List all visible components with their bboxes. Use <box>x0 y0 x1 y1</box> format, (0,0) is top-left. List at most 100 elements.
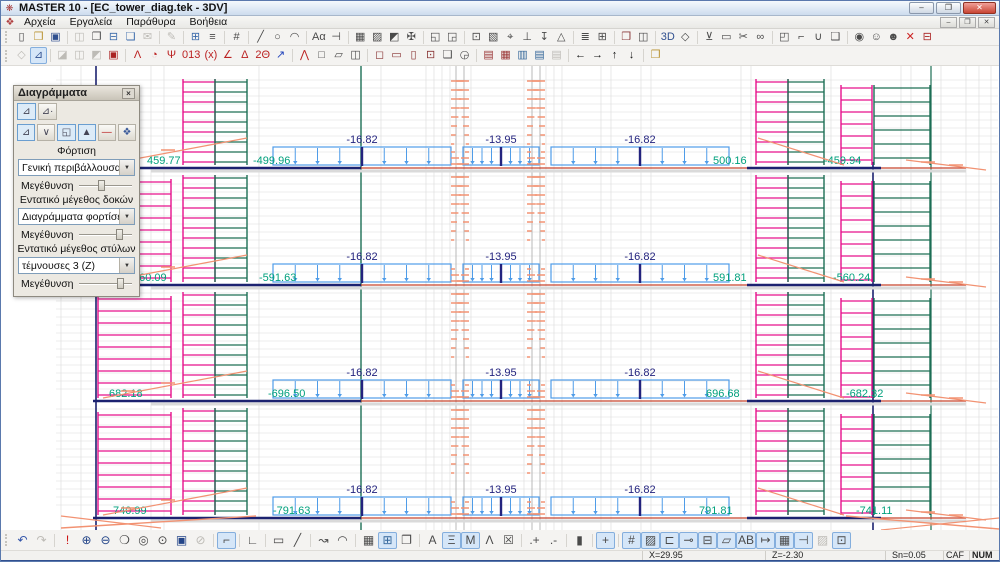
graph-a-icon[interactable]: ◪ <box>54 47 71 64</box>
stress-delta-icon[interactable]: Δ <box>236 47 253 64</box>
toolbar-grip[interactable] <box>5 31 9 43</box>
section-2-icon[interactable]: ▭ <box>388 47 405 64</box>
monitor-icon[interactable]: ⊡ <box>422 47 439 64</box>
list-icon[interactable]: ≡ <box>204 30 221 45</box>
menu-item-0[interactable]: Αρχεία <box>17 16 63 28</box>
view-note-icon[interactable]: ❑ <box>827 30 844 45</box>
envelope-zoom-slider[interactable] <box>79 179 132 192</box>
slider-thumb[interactable] <box>98 180 105 191</box>
view-u-icon[interactable]: ∪ <box>810 30 827 45</box>
snap-raster-icon[interactable]: ▨ <box>641 532 660 549</box>
redo-icon[interactable]: ↷ <box>32 532 51 549</box>
sphere-icon[interactable]: ◶ <box>456 47 473 64</box>
mdi-minimize-button[interactable]: – <box>940 17 957 28</box>
angle-icon[interactable]: ◠ <box>333 532 352 549</box>
view-plan-icon[interactable]: ◰ <box>776 30 793 45</box>
diagram-mode-icon[interactable]: ⊿ <box>30 47 47 64</box>
table-5-icon[interactable]: ▤ <box>548 47 565 64</box>
arrow-left-icon[interactable]: ← <box>572 47 589 64</box>
threed-view-icon[interactable]: 3D <box>659 30 677 45</box>
box-icon[interactable]: ◫ <box>347 47 364 64</box>
zoom-out-icon[interactable]: ⊖ <box>96 532 115 549</box>
snap-frame-icon[interactable]: ⊡ <box>832 532 851 549</box>
measure-icon[interactable]: ↝ <box>314 532 333 549</box>
spreadsheet-icon[interactable]: ⊞ <box>594 30 611 45</box>
hatch-icon[interactable]: ▨ <box>369 30 386 45</box>
slider-thumb[interactable] <box>116 229 123 240</box>
binoculars-icon[interactable]: ∞ <box>752 30 769 45</box>
refresh-diagrams-btn[interactable]: ❖ <box>118 124 136 141</box>
beam-force-select[interactable]: Διαγράμματα φορτίσεων ▼ <box>18 208 135 225</box>
column-force-select[interactable]: τέμνουσες 3 (Ζ) ▼ <box>18 257 135 274</box>
snap-dim-icon[interactable]: ↦ <box>756 532 775 549</box>
arrow-down-icon[interactable]: ↓ <box>623 47 640 64</box>
section-3-icon[interactable]: ▯ <box>405 47 422 64</box>
text-icon[interactable]: Aα <box>310 30 328 45</box>
ratio-icon[interactable]: 2Θ <box>253 47 272 64</box>
text-l-icon[interactable]: Λ <box>480 532 499 549</box>
snap-grid-icon[interactable]: # <box>622 532 641 549</box>
rotation-icon[interactable]: ◔ <box>146 47 163 64</box>
member-icon[interactable]: ◩ <box>386 30 403 45</box>
note-icon[interactable]: ❑ <box>439 47 456 64</box>
text-m-icon[interactable]: M <box>461 532 480 549</box>
snap-mid-icon[interactable]: ⊸ <box>679 532 698 549</box>
copy-icon[interactable]: ❐ <box>88 30 105 45</box>
snap-near-icon[interactable]: ⊟ <box>698 532 717 549</box>
snap-quad-icon[interactable]: ▱ <box>717 532 736 549</box>
elements-icon[interactable]: ▦ <box>352 30 369 45</box>
open-diagram-icon[interactable]: ❒ <box>647 47 664 64</box>
zoom-in-icon[interactable]: ⊕ <box>77 532 96 549</box>
restore-button[interactable]: ❐ <box>936 2 961 14</box>
line-icon[interactable]: ╱ <box>252 30 269 45</box>
toolbar-grip[interactable] <box>5 50 9 62</box>
snap-perp-icon[interactable]: ⊣ <box>794 532 813 549</box>
plane-icon[interactable]: ▱ <box>330 47 347 64</box>
chevron-down-icon[interactable]: ▼ <box>119 160 134 175</box>
menu-item-2[interactable]: Παράθυρα <box>119 16 182 28</box>
envelope-diagram-btn[interactable]: ⊿ <box>17 103 36 120</box>
package-icon[interactable]: ◫ <box>71 30 88 45</box>
snap-hatch-icon[interactable]: ▨ <box>813 532 832 549</box>
calculator-icon[interactable]: ▦ <box>359 532 378 549</box>
frame-icon[interactable]: ◫ <box>635 30 652 45</box>
ortho-icon[interactable]: ∟ <box>243 532 262 549</box>
minimize-button[interactable]: – <box>909 2 934 14</box>
frame-red-icon[interactable]: ⋀ <box>296 47 313 64</box>
open-icon[interactable]: ❒ <box>30 30 47 45</box>
grid-icon[interactable]: # <box>228 30 245 45</box>
arc-icon[interactable]: ◠ <box>286 30 303 45</box>
select-region-icon[interactable]: ◇ <box>13 47 30 64</box>
user-icon[interactable]: ☺ <box>868 30 885 45</box>
cube-icon[interactable]: □ <box>313 47 330 64</box>
circle-icon[interactable]: ○ <box>269 30 286 45</box>
crosshair-icon[interactable]: + <box>596 532 615 549</box>
load-case-select[interactable]: Γενική περιβάλλουσα ▼ <box>18 159 135 176</box>
menu-item-3[interactable]: Βοήθεια <box>183 16 235 28</box>
region-hatch-icon[interactable]: ▧ <box>485 30 502 45</box>
chevron-down-icon[interactable]: ▼ <box>119 209 134 224</box>
beam-section-icon[interactable]: ▭ <box>718 30 735 45</box>
zoom-extents-icon[interactable]: ▣ <box>172 532 191 549</box>
zoom-previous-icon[interactable]: ⊘ <box>191 532 210 549</box>
table-2-icon[interactable]: ▦ <box>497 47 514 64</box>
snap-text-icon[interactable]: AB <box>736 532 756 549</box>
snap-table-icon[interactable]: ▦ <box>775 532 794 549</box>
dimension-icon[interactable]: ▭ <box>269 532 288 549</box>
vector-icon[interactable]: ↗ <box>272 47 289 64</box>
clipboard-icon[interactable]: ❒ <box>618 30 635 45</box>
mdi-close-button[interactable]: ✕ <box>978 17 995 28</box>
beam-zoom-slider[interactable] <box>79 228 132 241</box>
load-icon[interactable]: ↧ <box>536 30 553 45</box>
cut-icon[interactable]: ✂ <box>735 30 752 45</box>
tools-icon[interactable]: ✠ <box>403 30 420 45</box>
text-a-icon[interactable]: A <box>423 532 442 549</box>
print-icon[interactable]: ⊟ <box>105 30 122 45</box>
undo-icon[interactable]: ↶ <box>13 532 32 549</box>
toolbar-grip[interactable] <box>5 534 9 546</box>
arrow-right-icon[interactable]: → <box>589 47 606 64</box>
mesh-icon[interactable]: ◇ <box>677 30 694 45</box>
table-3-icon[interactable]: ▥ <box>514 47 531 64</box>
drawing-canvas[interactable]: -16.82-13.95-16.82459.77-499.96500.16-45… <box>1 66 1000 530</box>
column-zoom-slider[interactable] <box>79 277 132 290</box>
